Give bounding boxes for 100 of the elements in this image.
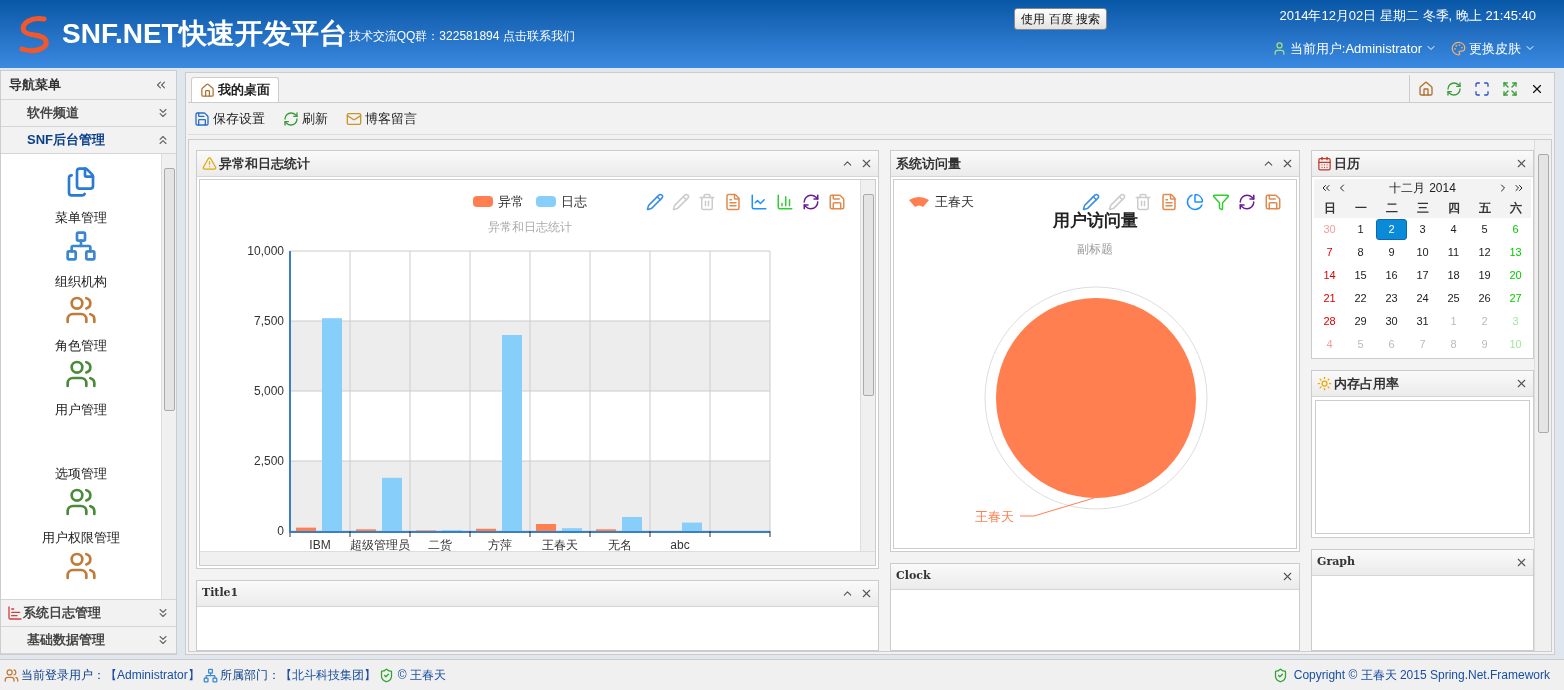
save-icon[interactable] (828, 192, 846, 211)
chart-subtitle: 副标题 (1076, 241, 1114, 258)
calendar-day[interactable]: 2 (1376, 219, 1407, 240)
weekday-label: 六 (1508, 199, 1523, 217)
calendar-day[interactable]: 21 (1314, 288, 1345, 309)
tab[interactable]: 我的桌面 (191, 77, 279, 102)
menu-item[interactable]: 选项管理 (55, 464, 107, 484)
sun-icon (1317, 376, 1332, 391)
toolbar-button[interactable]: 保存设置 (194, 108, 265, 129)
menu-group[interactable]: SNF后台管理 (1, 127, 176, 154)
calendar-day[interactable]: 14 (1314, 265, 1345, 286)
calendar-day[interactable]: 11 (1438, 242, 1469, 263)
calendar-day[interactable]: 25 (1438, 288, 1469, 309)
pencil-icon[interactable] (1082, 193, 1100, 211)
document-icon[interactable] (1160, 193, 1178, 211)
pie-chart-icon[interactable] (1186, 193, 1204, 211)
calendar-day[interactable]: 24 (1407, 288, 1438, 309)
calendar-day[interactable]: 17 (1407, 265, 1438, 286)
weekday-label: 五 (1477, 199, 1492, 217)
scrollbar[interactable] (161, 154, 176, 599)
menu-item[interactable]: 用户权限管理 (42, 528, 120, 548)
calendar-day[interactable]: 8 (1345, 242, 1376, 263)
user-icon (1271, 40, 1287, 56)
calendar-year[interactable]: 2014 (1429, 179, 1456, 197)
bar (682, 522, 702, 531)
close-icon[interactable] (1281, 570, 1294, 583)
expand-icon[interactable] (1502, 80, 1518, 97)
calendar-day[interactable]: 23 (1376, 288, 1407, 309)
panel-title: 日历 (1334, 154, 1360, 173)
menu-item[interactable]: 菜单管理 (55, 208, 107, 228)
calendar-day[interactable]: 12 (1469, 242, 1500, 263)
calendar-day[interactable]: 5 (1469, 219, 1500, 240)
fullscreen-icon[interactable] (1474, 80, 1490, 97)
calendar-day[interactable]: 22 (1345, 288, 1376, 309)
calendar-day[interactable]: 3 (1407, 219, 1438, 240)
scrollbar[interactable] (200, 551, 875, 565)
scrollbar[interactable] (860, 180, 875, 551)
funnel-icon[interactable] (1212, 193, 1230, 211)
legend-label[interactable]: 日志 (561, 192, 587, 212)
toolbar-button[interactable]: 博客留言 (346, 108, 417, 129)
calendar-day[interactable]: 7 (1314, 242, 1345, 263)
close-icon[interactable] (1281, 157, 1294, 170)
next-year-icon[interactable] (1513, 182, 1525, 194)
close-icon[interactable] (1515, 377, 1528, 390)
calendar-day[interactable]: 1 (1345, 219, 1376, 240)
calendar-day[interactable]: 16 (1376, 265, 1407, 286)
close-icon[interactable] (860, 157, 873, 170)
document-icon[interactable] (724, 192, 742, 211)
axis-label: 5,000 (253, 383, 284, 398)
scrollbar[interactable] (1534, 140, 1551, 651)
calendar-day[interactable]: 19 (1469, 265, 1500, 286)
menu-item[interactable]: 角色管理 (55, 336, 107, 356)
axis-label: 方萍 (488, 537, 512, 551)
weekday-label: 一 (1353, 199, 1368, 217)
refresh-icon[interactable] (1238, 193, 1256, 211)
expand-icon (156, 606, 170, 620)
calendar-day[interactable]: 28 (1314, 311, 1345, 332)
menu-group[interactable]: 基础数据管理 (1, 627, 176, 654)
copyright-text: Copyright © 王春天 2015 Spring.Net.Framework (1293, 667, 1550, 684)
user-menu[interactable]: 当前用户:Administrator (1271, 38, 1437, 58)
legend-label[interactable]: 王春天 (935, 192, 974, 212)
network-icon (202, 667, 218, 683)
bar-chart-icon[interactable] (776, 192, 794, 211)
panel-title: Title1 (202, 585, 239, 602)
calendar-day[interactable]: 31 (1407, 311, 1438, 332)
menu-item[interactable]: 组织机构 (55, 272, 107, 292)
refresh-icon[interactable] (802, 192, 820, 211)
axis-label: 7,500 (253, 313, 284, 328)
panel-title: Graph (1317, 554, 1355, 571)
calendar-day[interactable]: 29 (1345, 311, 1376, 332)
qq-group-info: 技术交流QQ群：322581894 点击联系我们 (348, 28, 575, 45)
menu-group[interactable]: 软件频道 (1, 100, 176, 127)
toolbar-button[interactable]: 刷新 (283, 108, 328, 129)
calendar-day[interactable]: 26 (1469, 288, 1500, 309)
collapse-icon[interactable] (154, 78, 168, 92)
menu-item[interactable]: 用户管理 (55, 400, 107, 420)
panel-title: 内存占用率 (1334, 374, 1399, 393)
close-icon[interactable] (860, 587, 873, 600)
weekday-label: 日 (1322, 199, 1337, 217)
axis-label: 无名 (608, 537, 632, 551)
menu-group[interactable]: 系统日志管理 (1, 600, 176, 627)
calendar-day[interactable]: 18 (1438, 265, 1469, 286)
calendar-day[interactable]: 30 (1376, 311, 1407, 332)
search-button[interactable]: 使用 百度 搜索 (1014, 8, 1107, 30)
save-icon[interactable] (1264, 193, 1282, 211)
close-icon[interactable] (1515, 157, 1528, 170)
collapse-icon (156, 133, 170, 147)
calendar-day[interactable]: 10 (1407, 242, 1438, 263)
line-chart-icon[interactable] (750, 192, 768, 211)
calendar-month[interactable]: 十二月 (1389, 179, 1426, 197)
calendar-day[interactable]: 9 (1376, 242, 1407, 263)
home-icon[interactable] (1418, 80, 1434, 97)
calendar-day[interactable]: 4 (1438, 219, 1469, 240)
legend-label[interactable]: 异常 (498, 192, 524, 212)
people-icon (65, 486, 97, 518)
previous-year-icon[interactable] (1320, 182, 1332, 194)
skin-menu[interactable]: 更换皮肤 (1451, 38, 1536, 58)
calendar-day[interactable]: 15 (1345, 265, 1376, 286)
pencil-icon[interactable] (646, 192, 664, 211)
expand-icon (156, 633, 170, 647)
